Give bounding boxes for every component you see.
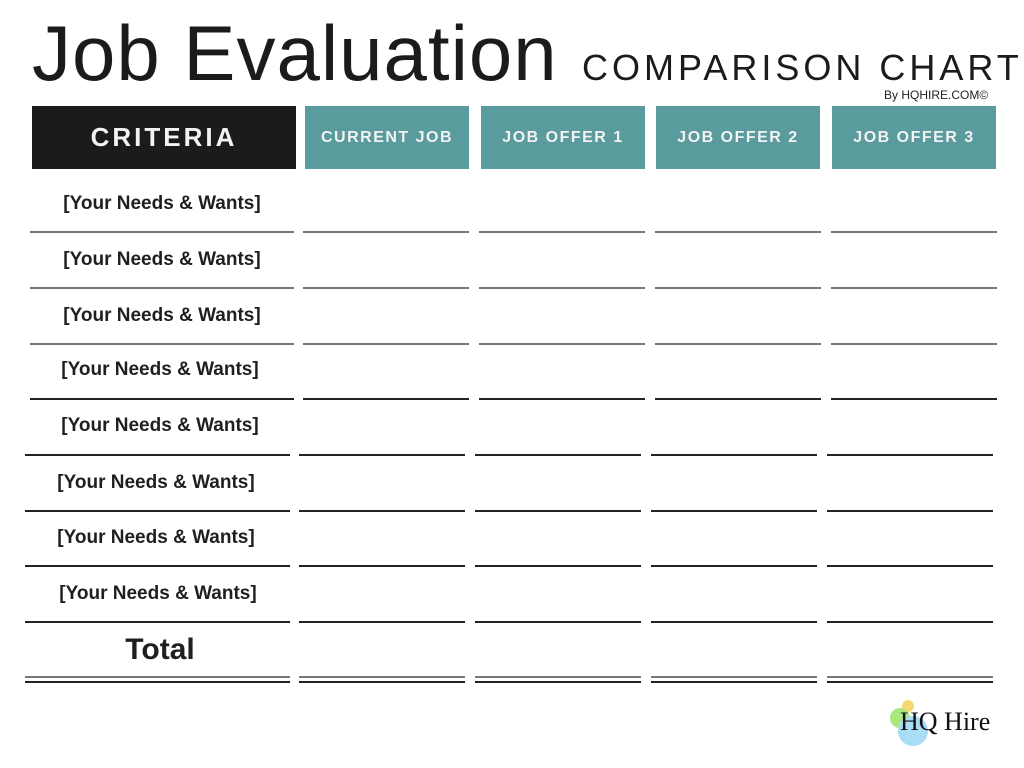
criteria-label: [Your Needs & Wants] xyxy=(63,249,261,270)
logo-text: HQ Hire xyxy=(900,707,991,736)
criteria-label: [Your Needs & Wants] xyxy=(61,359,259,380)
total-score-line[interactable] xyxy=(299,681,465,683)
score-input-line[interactable] xyxy=(479,287,645,289)
score-input-line[interactable] xyxy=(651,621,817,623)
score-input-line[interactable] xyxy=(303,398,469,400)
score-input-line[interactable] xyxy=(655,343,821,345)
criteria-label: [Your Needs & Wants] xyxy=(61,415,259,436)
score-input-line[interactable] xyxy=(651,510,817,512)
score-input-line[interactable] xyxy=(831,231,997,233)
score-input-line[interactable] xyxy=(827,621,993,623)
byline: By HQHIRE.COM© xyxy=(884,88,989,102)
total-score-line[interactable] xyxy=(651,676,817,678)
page-title: Job Evaluation xyxy=(32,9,558,97)
column-header-job-offer-1: JOB OFFER 1 xyxy=(481,106,645,169)
total-double-line xyxy=(25,681,290,683)
score-input-line[interactable] xyxy=(299,621,465,623)
score-input-line[interactable] xyxy=(651,454,817,456)
criteria-row-line xyxy=(30,287,294,289)
score-input-line[interactable] xyxy=(479,343,645,345)
score-input-line[interactable] xyxy=(479,398,645,400)
score-input-line[interactable] xyxy=(827,565,993,567)
total-score-line[interactable] xyxy=(475,681,641,683)
criteria-row-line xyxy=(25,565,290,567)
criteria-label: [Your Needs & Wants] xyxy=(57,472,255,493)
score-input-line[interactable] xyxy=(303,343,469,345)
score-input-line[interactable] xyxy=(299,454,465,456)
criteria-label: [Your Needs & Wants] xyxy=(63,305,261,326)
score-input-line[interactable] xyxy=(299,510,465,512)
total-score-line[interactable] xyxy=(827,681,993,683)
criteria-row-line xyxy=(30,231,294,233)
column-header-current-job: CURRENT JOB xyxy=(305,106,469,169)
column-header-job-offer-3: JOB OFFER 3 xyxy=(832,106,996,169)
score-input-line[interactable] xyxy=(831,343,997,345)
criteria-row-line xyxy=(25,510,290,512)
score-input-line[interactable] xyxy=(655,398,821,400)
score-input-line[interactable] xyxy=(299,565,465,567)
criteria-row-line xyxy=(30,343,294,345)
criteria-row-line xyxy=(25,621,290,623)
score-input-line[interactable] xyxy=(831,287,997,289)
total-score-line[interactable] xyxy=(827,676,993,678)
score-input-line[interactable] xyxy=(475,621,641,623)
column-header-job-offer-2: JOB OFFER 2 xyxy=(656,106,820,169)
total-score-line[interactable] xyxy=(475,676,641,678)
criteria-label: [Your Needs & Wants] xyxy=(57,527,255,548)
column-header-criteria: CRITERIA xyxy=(32,106,296,169)
total-score-line[interactable] xyxy=(651,681,817,683)
score-input-line[interactable] xyxy=(475,565,641,567)
score-input-line[interactable] xyxy=(475,454,641,456)
score-input-line[interactable] xyxy=(655,231,821,233)
score-input-line[interactable] xyxy=(303,231,469,233)
score-input-line[interactable] xyxy=(655,287,821,289)
score-input-line[interactable] xyxy=(651,565,817,567)
criteria-label: [Your Needs & Wants] xyxy=(63,193,261,214)
criteria-row-line xyxy=(25,454,290,456)
total-label: Total xyxy=(125,633,195,666)
score-input-line[interactable] xyxy=(827,510,993,512)
criteria-label: [Your Needs & Wants] xyxy=(59,583,257,604)
score-input-line[interactable] xyxy=(479,231,645,233)
score-input-line[interactable] xyxy=(831,398,997,400)
score-input-line[interactable] xyxy=(827,454,993,456)
page-subtitle: COMPARISON CHART xyxy=(582,47,1023,88)
total-double-line xyxy=(25,676,290,678)
score-input-line[interactable] xyxy=(303,287,469,289)
criteria-row-line xyxy=(30,398,294,400)
total-score-line[interactable] xyxy=(299,676,465,678)
score-input-line[interactable] xyxy=(475,510,641,512)
